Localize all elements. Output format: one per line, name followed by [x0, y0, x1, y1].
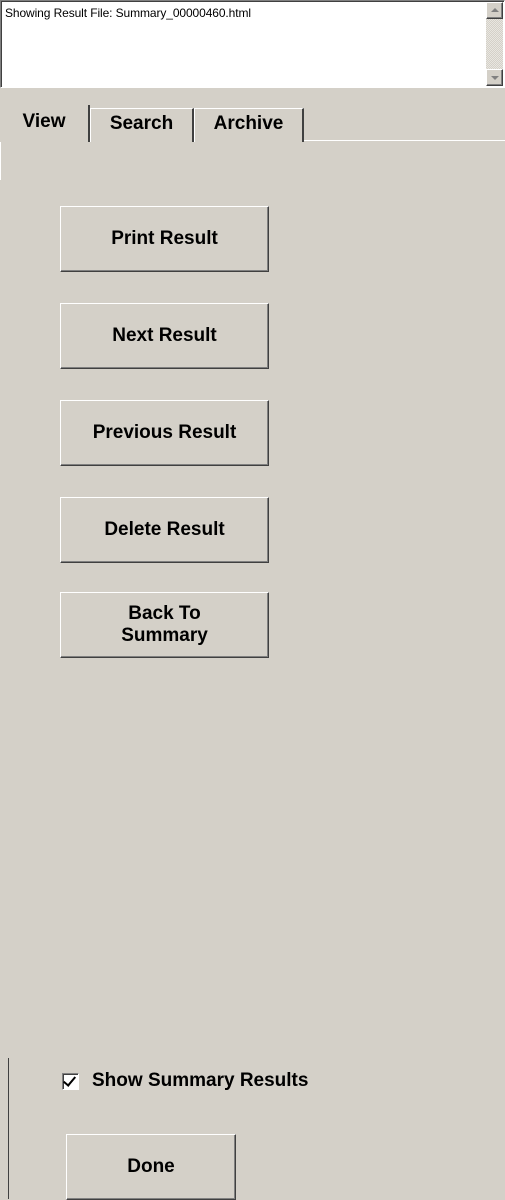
done-button[interactable]: Done: [66, 1134, 236, 1200]
checkmark-icon: [62, 1072, 77, 1087]
delete-result-button[interactable]: Delete Result: [60, 497, 269, 563]
show-summary-option[interactable]: Show Summary Results: [62, 1070, 308, 1092]
tab-view[interactable]: View: [0, 105, 90, 142]
tab-search[interactable]: Search: [90, 108, 194, 142]
scroll-up-button[interactable]: [486, 2, 503, 19]
scroll-down-button[interactable]: [486, 69, 503, 86]
arrow-up-icon: [491, 8, 499, 12]
status-text-area[interactable]: Showing Result File: Summary_00000460.ht…: [0, 0, 505, 88]
previous-result-button[interactable]: Previous Result: [60, 400, 269, 466]
tab-archive[interactable]: Archive: [194, 108, 304, 142]
panel-left-edge: [0, 142, 1, 180]
next-result-button[interactable]: Next Result: [60, 303, 269, 369]
print-result-button[interactable]: Print Result: [60, 206, 269, 272]
status-text: Showing Result File: Summary_00000460.ht…: [5, 6, 251, 20]
show-summary-checkbox[interactable]: [62, 1072, 79, 1090]
arrow-down-icon: [491, 76, 499, 80]
back-to-summary-button[interactable]: Back To Summary: [60, 592, 269, 658]
panel-edge-line: [8, 1058, 9, 1199]
vertical-scrollbar[interactable]: [486, 2, 503, 86]
show-summary-label[interactable]: Show Summary Results: [92, 1070, 308, 1092]
